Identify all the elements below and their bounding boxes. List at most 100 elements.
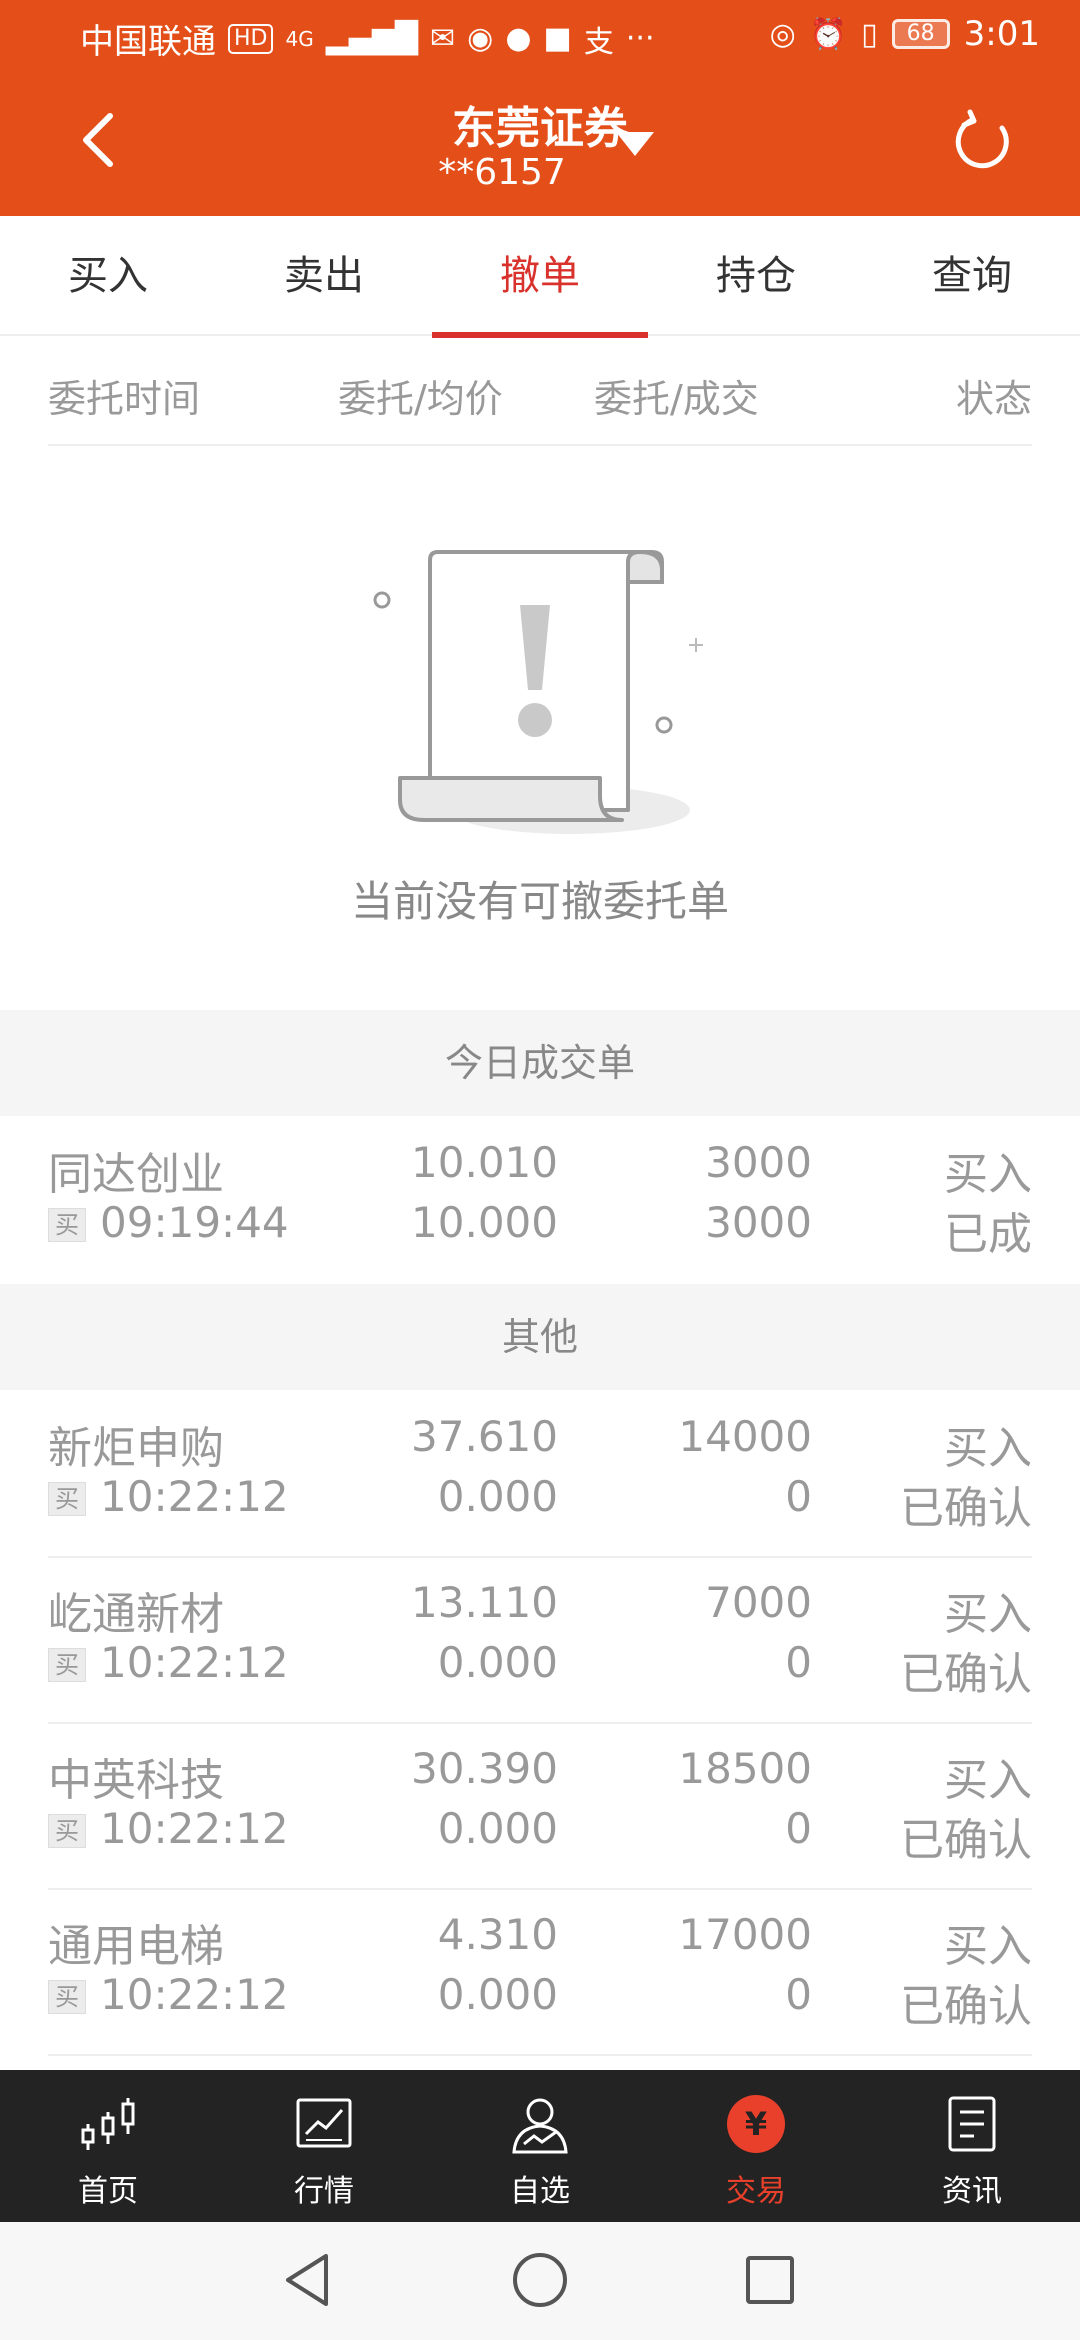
system-home-icon[interactable] xyxy=(510,2250,570,2310)
table-row[interactable]: 通用电梯 买 10:22:12 4.310 0.000 17000 0 买入 已… xyxy=(48,1890,1032,2056)
trade-tabs: 买入 卖出 撤单 持仓 查询 xyxy=(0,216,1080,338)
filled-qty: 0 xyxy=(785,1638,812,1687)
network-label: 4G xyxy=(285,26,314,51)
filled-qty: 0 xyxy=(785,1804,812,1853)
filled-qty: 0 xyxy=(785,1970,812,2019)
order-status: 已成 xyxy=(944,1209,1032,1260)
order-qty: 14000 xyxy=(678,1412,812,1461)
system-back-icon[interactable] xyxy=(280,2250,340,2310)
buy-tag: 买 xyxy=(48,1980,86,2014)
table-row[interactable]: 中英科技 买 10:22:12 30.390 0.000 18500 0 买入 … xyxy=(48,1724,1032,1890)
order-qty: 18500 xyxy=(678,1744,812,1793)
order-price: 10.010 xyxy=(411,1138,558,1187)
order-time: 10:22:12 xyxy=(100,1472,289,1521)
nav-home[interactable]: 首页 xyxy=(0,2070,216,2222)
order-qty: 17000 xyxy=(678,1910,812,1959)
order-price: 13.110 xyxy=(411,1578,558,1627)
stock-name: 通用电梯 xyxy=(48,1921,224,1972)
order-status: 已确认 xyxy=(900,1649,1032,1700)
chat-icon: ● xyxy=(505,21,532,56)
buy-tag: 买 xyxy=(48,1814,86,1848)
order-time: 10:22:12 xyxy=(100,1638,289,1687)
nav-market[interactable]: 行情 xyxy=(216,2070,432,2222)
system-recents-icon[interactable] xyxy=(740,2250,800,2310)
bottom-nav: 首页 行情 自选 ¥ 交易 资讯 xyxy=(0,2070,1080,2222)
chart-icon xyxy=(296,2098,352,2148)
tab-buy[interactable]: 买入 xyxy=(0,216,216,336)
nav-label: 行情 xyxy=(294,2174,354,2209)
tab-cancel[interactable]: 撤单 xyxy=(432,216,648,338)
trade-side: 买入 xyxy=(944,1921,1032,1972)
nav-label: 资讯 xyxy=(942,2174,1002,2209)
empty-message: 当前没有可撤委托单 xyxy=(350,877,729,926)
alarm-icon: ⏰ xyxy=(809,16,848,52)
order-status: 已确认 xyxy=(900,1483,1032,1534)
mail-icon: ✉ xyxy=(430,21,456,56)
app-header: 东莞证券 **6157 xyxy=(0,70,1080,216)
status-bar: 中国联通 HD 4G ▂▄▆█ ✉ ◉ ● ■ 支 ··· ◎ ⏰ ▯ 68 3… xyxy=(0,0,1080,70)
nav-watchlist[interactable]: 自选 xyxy=(432,2070,648,2222)
column-header: 委托时间 委托/均价 委托/成交 状态 xyxy=(48,338,1032,446)
order-status: 已确认 xyxy=(900,1815,1032,1866)
eye-icon: ◎ xyxy=(769,16,796,52)
stock-name: 同达创业 xyxy=(48,1149,224,1200)
battery-indicator: 68 xyxy=(891,19,950,49)
order-price: 37.610 xyxy=(411,1412,558,1461)
order-price: 30.390 xyxy=(411,1744,558,1793)
signal-icon: ▂▄▆█ xyxy=(325,21,419,56)
broker-title[interactable]: 东莞证券 xyxy=(0,92,1080,156)
candlestick-icon xyxy=(81,2098,135,2150)
order-qty: 3000 xyxy=(705,1138,812,1187)
nav-label: 交易 xyxy=(726,2174,786,2209)
app-icon: ■ xyxy=(543,21,572,56)
empty-state xyxy=(0,500,1080,834)
tab-sell[interactable]: 卖出 xyxy=(216,216,432,336)
avg-price: 10.000 xyxy=(411,1198,558,1247)
avg-price: 0.000 xyxy=(437,1638,558,1687)
table-row[interactable]: 新炬申购 买 10:22:12 37.610 0.000 14000 0 买入 … xyxy=(48,1392,1032,1558)
col-order-time: 委托时间 xyxy=(48,377,201,421)
buy-tag: 买 xyxy=(48,1482,86,1516)
order-time: 10:22:12 xyxy=(100,1970,289,2019)
tab-positions[interactable]: 持仓 xyxy=(648,216,864,336)
avg-price: 0.000 xyxy=(437,1472,558,1521)
order-price: 4.310 xyxy=(437,1910,558,1959)
trade-side: 买入 xyxy=(944,1589,1032,1640)
nav-news[interactable]: 资讯 xyxy=(864,2070,1080,2222)
stock-name: 中英科技 xyxy=(48,1755,224,1806)
order-time: 10:22:12 xyxy=(100,1804,289,1853)
tab-query[interactable]: 查询 xyxy=(864,216,1080,336)
col-order-price: 委托/均价 xyxy=(338,377,503,421)
carrier-label: 中国联通 xyxy=(80,22,216,62)
trade-side: 买入 xyxy=(944,1149,1032,1200)
order-time: 09:19:44 xyxy=(100,1198,289,1247)
more-icon: ··· xyxy=(625,21,655,56)
order-status: 已确认 xyxy=(900,1981,1032,2032)
refresh-icon[interactable] xyxy=(950,108,1016,174)
trade-side: 买入 xyxy=(944,1755,1032,1806)
stock-name: 屹通新材 xyxy=(48,1589,224,1640)
filled-qty: 3000 xyxy=(705,1198,812,1247)
others-header: 其他 xyxy=(0,1284,1080,1390)
today-trades-header: 今日成交单 xyxy=(0,1010,1080,1116)
nav-trade[interactable]: ¥ 交易 xyxy=(648,2070,864,2222)
nav-label: 自选 xyxy=(510,2174,570,2209)
col-order-volume: 委托/成交 xyxy=(594,377,759,421)
news-icon xyxy=(948,2096,996,2152)
buy-tag: 买 xyxy=(48,1648,86,1682)
alipay-icon: 支 xyxy=(583,24,614,60)
user-chart-icon xyxy=(512,2098,568,2154)
table-row[interactable]: 同达创业 买 09:19:44 10.010 10.000 3000 3000 … xyxy=(48,1118,1032,1284)
vibrate-icon: ▯ xyxy=(861,16,878,52)
music-icon: ◉ xyxy=(467,21,494,56)
system-nav-bar xyxy=(0,2222,1080,2340)
table-row[interactable]: 屹通新材 买 10:22:12 13.110 0.000 7000 0 买入 已… xyxy=(48,1558,1032,1724)
account-number: **6157 xyxy=(438,152,566,193)
clock: 3:01 xyxy=(963,14,1040,54)
filled-qty: 0 xyxy=(785,1472,812,1521)
empty-document-icon xyxy=(373,549,703,834)
buy-tag: 买 xyxy=(48,1208,86,1242)
order-qty: 7000 xyxy=(705,1578,812,1627)
nav-label: 首页 xyxy=(78,2174,138,2209)
yuan-icon: ¥ xyxy=(727,2095,785,2153)
